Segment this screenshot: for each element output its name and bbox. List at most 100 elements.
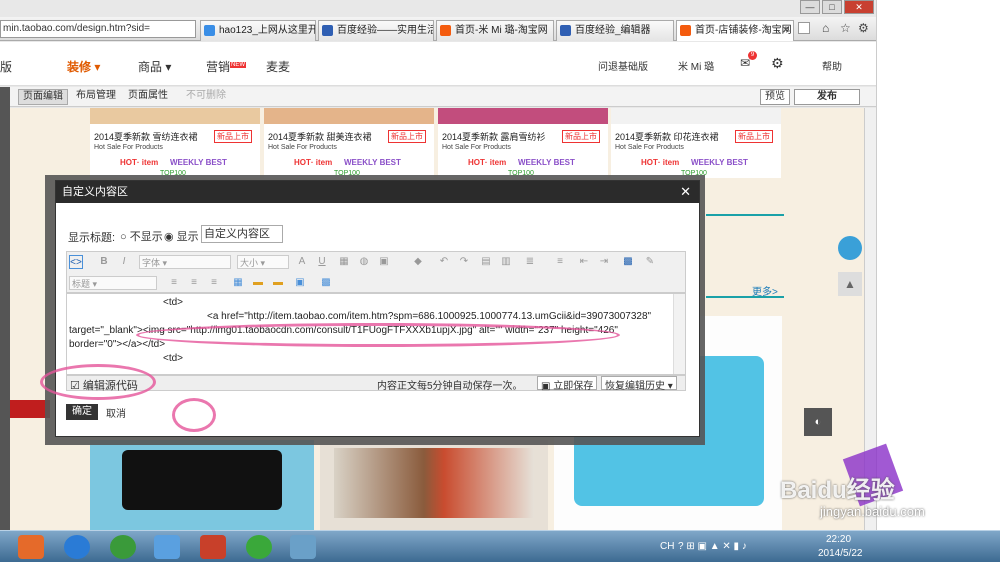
font-color-icon[interactable]: A <box>295 255 309 269</box>
kugou-icon[interactable] <box>64 535 90 559</box>
numbered-list-icon[interactable]: ≡ <box>553 255 567 269</box>
close-tab-icon[interactable]: ✕ <box>782 21 790 40</box>
maximize-button[interactable]: □ <box>822 0 842 14</box>
insert-code-icon[interactable]: ▩ <box>319 276 333 290</box>
code-scrollbar[interactable] <box>673 294 685 374</box>
layout-manage-tab[interactable]: 布局管理 <box>72 89 120 105</box>
image-icon[interactable]: ▣ <box>377 255 391 269</box>
help-link[interactable]: 帮助 <box>822 58 842 73</box>
product-card[interactable]: 2014夏季新款 露肩雪纺衫 新品上市 Hot Sale For Product… <box>438 108 608 178</box>
more-link[interactable]: 更多> <box>752 283 778 298</box>
product-card[interactable]: 2014夏季新款 甜美连衣裙 新品上市 Hot Sale For Product… <box>264 108 434 178</box>
product-image <box>611 108 781 124</box>
feather-icon[interactable] <box>154 535 180 559</box>
taobao-icon <box>440 25 451 36</box>
nav-goods[interactable]: 商品 ▾ <box>138 58 171 75</box>
back-to-top-icon[interactable]: ▲ <box>838 272 862 296</box>
align-center-icon[interactable]: ≡ <box>187 276 201 290</box>
picture-viewer-icon[interactable] <box>290 535 316 559</box>
publish-button[interactable]: 发布 <box>794 89 860 105</box>
indent-icon[interactable]: ⇤ <box>577 255 591 269</box>
close-icon[interactable]: ✕ <box>680 181 691 203</box>
address-bar[interactable]: min.taobao.com/design.htm?sid= <box>0 20 196 38</box>
nav-marketing[interactable]: 营销NEW <box>206 58 247 75</box>
underline-icon[interactable]: U <box>315 255 329 269</box>
align-right-icon[interactable]: ≡ <box>207 276 221 290</box>
clock-date[interactable]: 2014/5/22 <box>818 548 863 559</box>
nav-maimai[interactable]: 麦麦 <box>266 58 290 75</box>
top-nav: 版 装修 ▾ 商品 ▾ 营销NEW 麦麦 问退基础版 米 Mi 璐 ✉ 9 ⚙ 帮… <box>0 42 876 86</box>
insert-map-icon[interactable]: ▣ <box>293 276 307 290</box>
desktop-background <box>876 0 1000 530</box>
browser-globe-icon[interactable] <box>110 535 136 559</box>
tab-baidu-editor[interactable]: 百度经验_编辑器 <box>556 20 674 41</box>
back-basic-link[interactable]: 问退基础版 <box>598 58 648 73</box>
product-image-shorts-black[interactable] <box>90 440 314 530</box>
headset-icon[interactable]: ◐ <box>804 408 832 436</box>
restore-history-button[interactable]: 恢复编辑历史 ▾ <box>601 376 677 392</box>
new-arrival-badge: 新品上市 <box>562 130 600 143</box>
star-icon[interactable]: ☆ <box>840 21 851 35</box>
confirm-button[interactable]: 确定 <box>66 404 98 420</box>
font-select[interactable]: 字体 ▾ <box>139 255 231 269</box>
game-icon[interactable] <box>200 535 226 559</box>
product-image-shorts-print[interactable] <box>320 440 548 530</box>
radio-show-title[interactable]: ◉ 显示 <box>164 228 199 244</box>
product-card[interactable]: 2014夏季新款 印花连衣裙 新品上市 Hot Sale For Product… <box>611 108 781 178</box>
home-icon[interactable]: ⌂ <box>822 21 829 35</box>
tab-shop-decorate[interactable]: 首页-店铺装修-淘宝网 ✕ <box>676 20 794 41</box>
radio-hide-title[interactable]: ○ 不显示 <box>120 228 163 244</box>
size-select[interactable]: 大小 ▾ <box>237 255 289 269</box>
minimize-button[interactable]: — <box>800 0 820 14</box>
clear-format-icon[interactable]: ✎ <box>643 255 657 269</box>
fill-color-icon[interactable]: ◆ <box>411 255 425 269</box>
paste-icon[interactable]: ▤ <box>479 255 493 269</box>
redo-icon[interactable]: ↷ <box>457 255 471 269</box>
italic-icon[interactable]: I <box>117 255 131 269</box>
insert-media-icon[interactable]: ▩ <box>621 255 635 269</box>
cancel-button[interactable]: 取消 <box>106 405 126 420</box>
left-edge-panel <box>0 87 10 530</box>
table-icon[interactable]: ▦ <box>337 255 351 269</box>
print-shorts-image <box>334 448 534 518</box>
bullet-list-icon[interactable]: ≣ <box>523 255 537 269</box>
mail-icon[interactable]: ✉ 9 <box>740 51 757 70</box>
preview-button[interactable]: 预览 <box>760 89 790 105</box>
link-icon[interactable]: ◍ <box>357 255 371 269</box>
tab-hao123[interactable]: hao123_上网从这里开始 <box>200 20 316 41</box>
clock-time[interactable]: 22:20 <box>826 534 851 545</box>
source-code-icon[interactable]: <> <box>69 255 83 269</box>
tab-mi-lu-shop[interactable]: 首页-米 Mi 璐-淘宝网 <box>436 20 554 41</box>
page-edit-tab[interactable]: 页面编辑 <box>18 89 68 105</box>
insert-emoji-icon[interactable]: ▬ <box>251 276 265 290</box>
product-card[interactable]: 2014夏季新款 雪纺连衣裙 新品上市 Hot Sale For Product… <box>90 108 260 178</box>
outdent-icon[interactable]: ⇥ <box>597 255 611 269</box>
chat-bot-icon[interactable] <box>838 236 862 260</box>
insert-table-icon[interactable]: ▦ <box>231 276 245 290</box>
gear-icon[interactable]: ⚙ <box>771 55 784 72</box>
ie-browser-icon[interactable] <box>246 535 272 559</box>
title-input[interactable]: 自定义内容区 <box>201 225 283 243</box>
save-now-button[interactable]: ▣ 立即保存 <box>537 376 598 392</box>
bold-icon[interactable]: B <box>97 255 111 269</box>
left-red-tab[interactable] <box>10 400 50 418</box>
nav-decorate[interactable]: 装修 ▾ <box>67 58 100 75</box>
browser-window: — □ ✕ min.taobao.com/design.htm?sid= hao… <box>0 0 876 530</box>
format-icon[interactable]: ▥ <box>499 255 513 269</box>
close-window-button[interactable]: ✕ <box>844 0 874 14</box>
undo-icon[interactable]: ↶ <box>437 255 451 269</box>
no-delete-label: 不可删除 <box>186 90 226 101</box>
tab-baidu-jingyan[interactable]: 百度经验——实用生活... <box>318 20 434 41</box>
heading-select[interactable]: 标题 ▾ <box>69 276 157 290</box>
page-attr-tab[interactable]: 页面属性 <box>124 89 172 105</box>
tray-icons[interactable]: ? ⊞ ▣ ▲ ✕ ▮ ♪ <box>678 541 747 552</box>
insert-widget-icon[interactable]: ▬ <box>271 276 285 290</box>
user-name[interactable]: 米 Mi 璐 <box>678 58 714 73</box>
editor-footer: ☑ 编辑源代码 内容正文每5分钟自动保存一次。 ▣ 立即保存 恢复编辑历史 ▾ <box>66 375 686 392</box>
align-left-icon[interactable]: ≡ <box>167 276 181 290</box>
new-tab-button[interactable] <box>798 22 810 34</box>
language-indicator[interactable]: CH <box>660 541 674 552</box>
settings-icon[interactable]: ⚙ <box>858 21 869 35</box>
tab-bar: min.taobao.com/design.htm?sid= hao123_上网… <box>0 17 876 41</box>
media-player-icon[interactable] <box>18 535 44 559</box>
